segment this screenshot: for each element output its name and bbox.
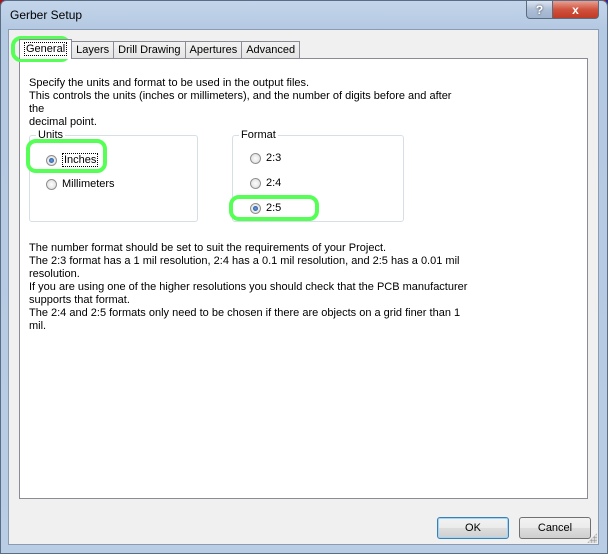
cancel-button[interactable]: Cancel <box>519 517 591 539</box>
radio-checked-icon <box>46 154 57 166</box>
radio-unchecked-icon <box>250 177 261 189</box>
notes-line: The number format should be set to suit … <box>29 242 387 254</box>
radio-inches-label: Inches <box>62 153 99 167</box>
general-tab-panel: Specify the units and format to be used … <box>19 58 588 499</box>
title-bar[interactable]: Gerber Setup ? x <box>1 1 607 29</box>
format-notes: The number format should be set to suit … <box>29 242 469 333</box>
tab-general[interactable]: General <box>19 39 73 59</box>
radio-format-2-5[interactable]: 2:5 <box>250 202 281 214</box>
notes-line: If you are using one of the higher resol… <box>29 281 468 293</box>
intro-line: decimal point. <box>29 116 97 128</box>
radio-format-2-3-label: 2:3 <box>266 152 282 164</box>
tab-strip: General Layers Drill Drawing Apertures A… <box>19 39 301 59</box>
intro-text: Specify the units and format to be used … <box>29 77 469 129</box>
notes-line: supports that format. <box>29 294 130 306</box>
units-group-label: Units <box>36 129 66 141</box>
tab-advanced[interactable]: Advanced <box>241 41 301 59</box>
radio-format-2-4-label: 2:4 <box>266 177 282 189</box>
radio-format-2-5-label: 2:5 <box>266 202 282 214</box>
tab-layers[interactable]: Layers <box>71 41 115 59</box>
help-button[interactable]: ? <box>526 1 553 19</box>
close-button[interactable]: x <box>552 1 599 19</box>
window-title: Gerber Setup <box>10 8 83 22</box>
intro-line: This controls the units (inches or milli… <box>29 90 452 115</box>
notes-line: The 2:3 format has a 1 mil resolution, 2… <box>29 255 460 267</box>
gerber-setup-window: Gerber Setup ? x General Layers Drill Dr… <box>0 0 608 554</box>
radio-millimeters-label: Millimeters <box>62 178 115 190</box>
dialog-client: General Layers Drill Drawing Apertures A… <box>8 29 599 545</box>
tab-drill-drawing[interactable]: Drill Drawing <box>113 41 186 59</box>
intro-line: Specify the units and format to be used … <box>29 77 310 89</box>
radio-millimeters[interactable]: Millimeters <box>46 178 115 190</box>
format-group-label: Format <box>239 129 278 141</box>
tab-general-label: General <box>24 42 68 56</box>
ok-button[interactable]: OK <box>437 517 509 539</box>
format-groupbox: Format 2:3 2:4 2:5 <box>232 129 404 222</box>
radio-unchecked-icon <box>250 152 261 164</box>
notes-line: mil. <box>29 320 47 332</box>
notes-line: The 2:4 and 2:5 formats only need to be … <box>29 307 461 319</box>
radio-format-2-3[interactable]: 2:3 <box>250 152 281 164</box>
units-groupbox: Units Inches Millimeters <box>29 129 198 222</box>
tab-apertures[interactable]: Apertures <box>184 41 243 59</box>
radio-unchecked-icon <box>46 178 57 190</box>
notes-line: resolution. <box>29 268 80 280</box>
close-icon: x <box>572 2 579 17</box>
radio-checked-icon <box>250 202 261 214</box>
radio-inches[interactable]: Inches <box>46 153 99 167</box>
radio-format-2-4[interactable]: 2:4 <box>250 177 281 189</box>
